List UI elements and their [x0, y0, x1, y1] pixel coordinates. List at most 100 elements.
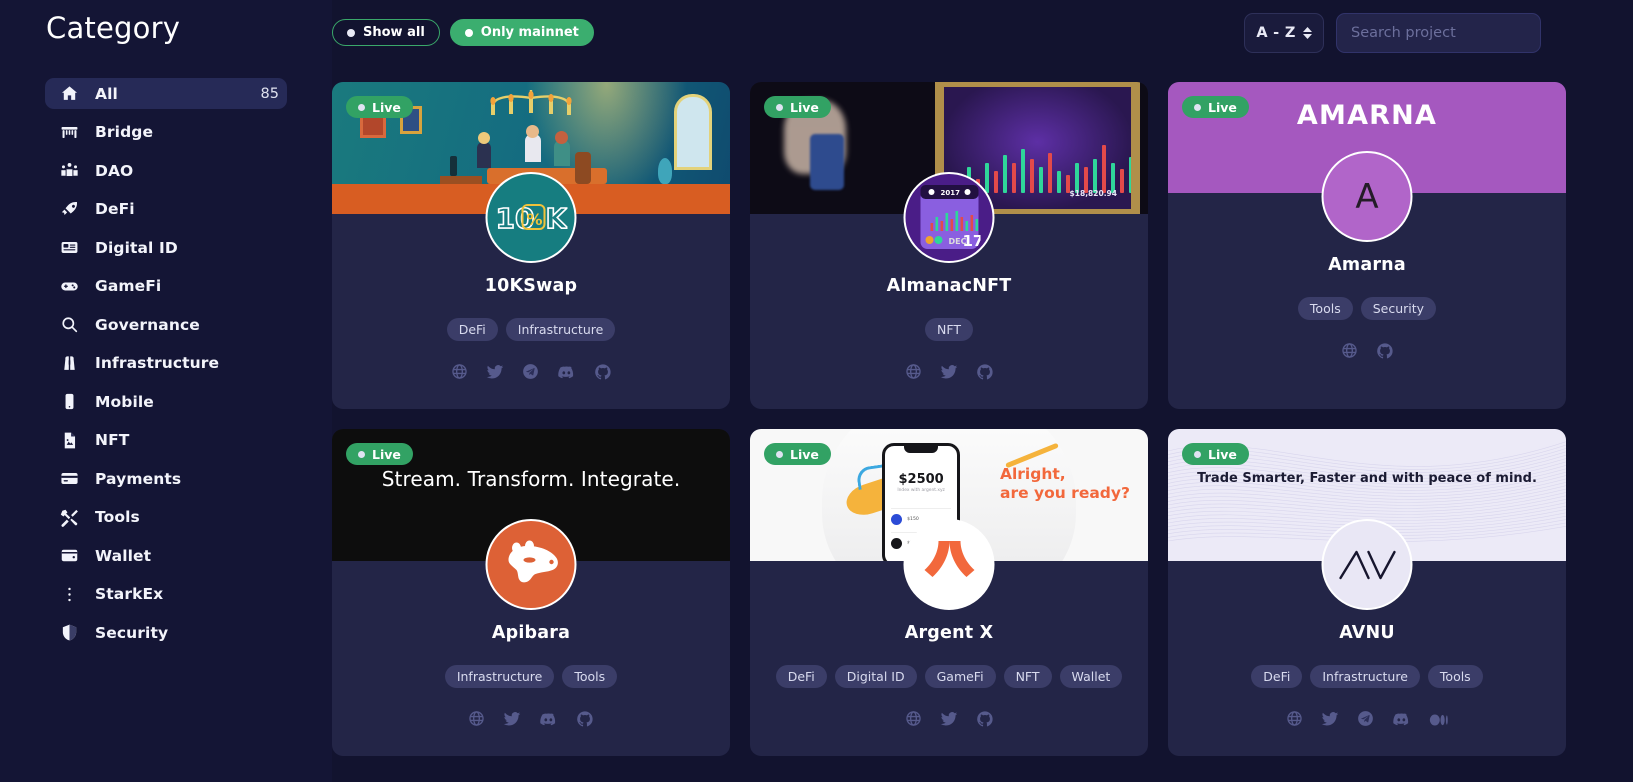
github-icon[interactable] — [576, 710, 594, 729]
sidebar-item-payments[interactable]: Payments — [45, 463, 287, 494]
twitter-icon[interactable] — [486, 363, 504, 382]
project-name: 10KSwap — [484, 276, 578, 296]
twitter-icon[interactable] — [1321, 710, 1339, 730]
globe-icon[interactable] — [1286, 710, 1303, 730]
sidebar-item-nft[interactable]: NFT — [45, 425, 287, 456]
category-tag[interactable]: Digital ID — [834, 665, 917, 688]
github-icon[interactable] — [976, 710, 994, 728]
category-tag[interactable]: Infrastructure — [505, 318, 616, 341]
category-tag[interactable]: Security — [1360, 297, 1437, 320]
category-tag[interactable]: Tools — [1427, 665, 1483, 688]
category-tag[interactable]: Infrastructure — [1310, 665, 1420, 688]
category-tag[interactable]: DeFi — [1251, 665, 1303, 688]
sidebar-item-label: Governance — [95, 315, 200, 334]
category-tag[interactable]: Infrastructure — [444, 665, 555, 688]
sidebar-item-mobile[interactable]: Mobile — [45, 386, 287, 417]
social-links — [1286, 710, 1449, 730]
filter-pill-only-mainnet[interactable]: Only mainnet — [449, 19, 594, 46]
image-file-icon — [58, 431, 80, 450]
sidebar-item-starkex[interactable]: StarkEx — [45, 579, 287, 610]
telegram-icon[interactable] — [522, 363, 539, 382]
status-dot-icon — [1194, 103, 1201, 111]
sidebar-item-security[interactable]: Security — [45, 617, 287, 648]
telegram-icon[interactable] — [1357, 710, 1374, 730]
sidebar-item-tools[interactable]: Tools — [45, 502, 287, 533]
sidebar-item-dao[interactable]: DAO — [45, 155, 287, 186]
status-badge: Live — [764, 96, 831, 118]
svg-text:%: % — [526, 210, 542, 229]
sort-order-select[interactable]: A - Z — [1244, 12, 1324, 53]
project-card[interactable]: AMARNA Live A Amarna Tools Security — [1168, 82, 1566, 409]
gamepad-icon — [58, 277, 80, 296]
sidebar-item-gamefi[interactable]: GameFi — [45, 271, 287, 302]
project-card[interactable]: Trade Smarter, Faster and with peace of … — [1168, 429, 1566, 756]
category-sidebar: Category All 85 Bridge DAO DeFi Digital ID Gam… — [0, 0, 332, 782]
sort-order-label: A - Z — [1256, 24, 1296, 41]
category-tag[interactable]: NFT — [1003, 665, 1052, 688]
sidebar-item-wallet[interactable]: Wallet — [45, 540, 287, 571]
argent-logo-icon — [924, 540, 974, 577]
filter-pill-show-all[interactable]: Show all — [332, 19, 440, 46]
project-card[interactable]: Stream. Transform. Integrate. Live Apibara… — [332, 429, 730, 756]
sidebar-item-defi[interactable]: DeFi — [45, 194, 287, 225]
project-card[interactable]: $18,820.94 Live 2017DEC17 AlmanacNFT NFT — [750, 82, 1148, 409]
twitter-icon[interactable] — [940, 363, 958, 381]
twitter-icon[interactable] — [940, 710, 958, 728]
sidebar-item-governance[interactable]: Governance — [45, 309, 287, 340]
github-icon[interactable] — [594, 363, 612, 382]
credit-card-icon — [58, 469, 80, 488]
project-logo — [485, 519, 577, 610]
sidebar-item-bridge[interactable]: Bridge — [45, 117, 287, 148]
github-icon[interactable] — [1376, 342, 1394, 360]
status-dot-icon — [358, 450, 365, 458]
discord-icon[interactable] — [1392, 710, 1411, 730]
category-tag[interactable]: GameFi — [924, 665, 996, 688]
globe-icon[interactable] — [905, 363, 922, 381]
search-icon — [58, 315, 80, 334]
globe-icon[interactable] — [451, 363, 468, 382]
globe-icon[interactable] — [1341, 342, 1358, 360]
tag-list: DeFi Infrastructure — [437, 318, 626, 341]
avnu-logo-icon — [1338, 550, 1396, 579]
category-tag[interactable]: Tools — [562, 665, 618, 688]
search-box[interactable] — [1336, 12, 1541, 53]
twitter-icon[interactable] — [503, 710, 521, 729]
category-tag[interactable]: DeFi — [775, 665, 827, 688]
sidebar-item-infrastructure[interactable]: Infrastructure — [45, 348, 287, 379]
discord-icon[interactable] — [557, 363, 576, 382]
sidebar-item-all[interactable]: All 85 — [45, 78, 287, 109]
project-name: Amarna — [1328, 255, 1406, 275]
sidebar-item-label: Wallet — [95, 546, 152, 565]
wallet-icon — [58, 546, 80, 565]
status-badge: Live — [1182, 96, 1249, 118]
project-card[interactable]: Live 10% K 10KSwap DeFi Infrastructure — [332, 82, 730, 409]
discord-icon[interactable] — [539, 710, 558, 729]
social-links — [468, 710, 594, 729]
sidebar-item-label: GameFi — [95, 277, 162, 295]
toolbar: Show all Only mainnet A - Z — [332, 0, 1633, 65]
status-dot-icon — [358, 103, 365, 111]
category-tag[interactable]: Tools — [1297, 297, 1353, 320]
globe-icon[interactable] — [905, 710, 922, 728]
logo-letter: A — [1355, 176, 1379, 217]
category-tag[interactable]: DeFi — [446, 318, 498, 341]
category-tag[interactable]: Wallet — [1059, 665, 1123, 688]
github-icon[interactable] — [976, 363, 994, 381]
tag-list: NFT — [915, 318, 983, 341]
rocket-icon — [58, 200, 80, 219]
sidebar-item-digital-id[interactable]: Digital ID — [45, 232, 287, 263]
globe-icon[interactable] — [468, 710, 485, 729]
medium-icon[interactable] — [1429, 710, 1449, 730]
banner-headline: Alright, are you ready? — [999, 465, 1130, 503]
search-input[interactable] — [1351, 24, 1532, 41]
sidebar-item-label: Payments — [95, 469, 182, 488]
project-name: AVNU — [1339, 623, 1395, 643]
status-badge: Live — [1182, 443, 1249, 465]
banner-headline: Trade Smarter, Faster and with peace of … — [1197, 471, 1537, 486]
banner-amount: $2500 — [898, 472, 944, 487]
category-tag[interactable]: NFT — [925, 318, 973, 341]
project-card[interactable]: $2500Index with argent.xyz$150$2350Alrig… — [750, 429, 1148, 756]
banner-headline: AMARNA — [1296, 100, 1438, 131]
status-label: Live — [372, 446, 401, 462]
sidebar-item-label: Security — [95, 623, 169, 642]
